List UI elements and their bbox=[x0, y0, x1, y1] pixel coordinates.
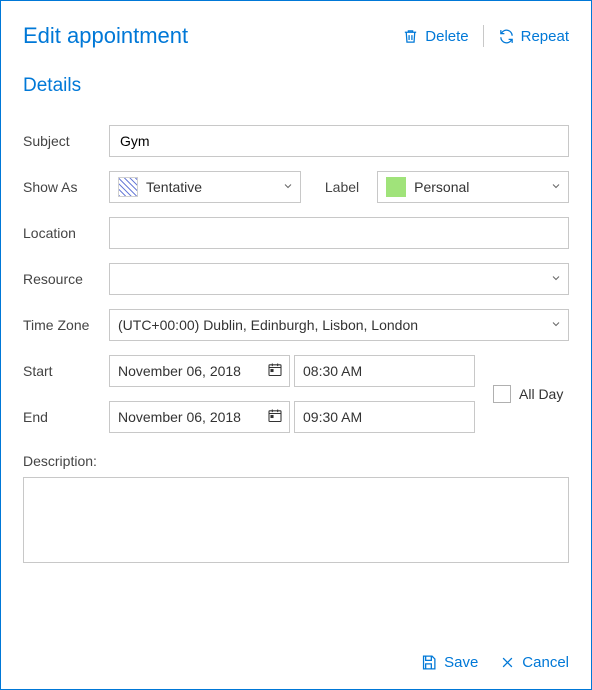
showas-value: Tentative bbox=[146, 179, 202, 195]
close-icon bbox=[500, 655, 515, 670]
personal-swatch-icon bbox=[386, 177, 406, 197]
calendar-icon[interactable] bbox=[267, 408, 283, 427]
resource-dropdown[interactable] bbox=[109, 263, 569, 295]
save-label: Save bbox=[444, 654, 478, 671]
resource-row: Resource bbox=[23, 263, 569, 295]
dialog-footer: Save Cancel bbox=[420, 654, 569, 671]
start-row: Start November 06, 2018 08:30 AM bbox=[23, 355, 475, 387]
chevron-down-icon bbox=[282, 179, 294, 195]
end-row: End November 06, 2018 09:30 AM bbox=[23, 401, 475, 433]
calendar-icon[interactable] bbox=[267, 362, 283, 381]
end-time-field[interactable]: 09:30 AM bbox=[294, 401, 475, 433]
timezone-value: (UTC+00:00) Dublin, Edinburgh, Lisbon, L… bbox=[118, 317, 418, 333]
location-row: Location bbox=[23, 217, 569, 249]
dates-column: Start November 06, 2018 08:30 AM bbox=[23, 355, 475, 433]
cancel-label: Cancel bbox=[522, 654, 569, 671]
chevron-down-icon bbox=[550, 317, 562, 333]
delete-label: Delete bbox=[425, 28, 468, 45]
form: Subject Show As Tentative Label Personal bbox=[1, 103, 591, 566]
chevron-down-icon bbox=[550, 179, 562, 195]
save-button[interactable]: Save bbox=[420, 654, 478, 671]
dialog-header: Edit appointment Delete Repeat bbox=[1, 1, 591, 49]
start-date-field[interactable]: November 06, 2018 bbox=[109, 355, 290, 387]
end-date-value: November 06, 2018 bbox=[118, 409, 241, 425]
trash-icon bbox=[402, 28, 419, 45]
save-icon bbox=[420, 654, 437, 671]
start-time-field[interactable]: 08:30 AM bbox=[294, 355, 475, 387]
description-textarea[interactable] bbox=[23, 477, 569, 563]
description-label: Description: bbox=[23, 433, 569, 477]
dialog-title: Edit appointment bbox=[23, 23, 402, 49]
end-time-value: 09:30 AM bbox=[303, 409, 362, 425]
start-label: Start bbox=[23, 363, 109, 379]
location-label: Location bbox=[23, 225, 109, 241]
allday-group: All Day bbox=[493, 355, 563, 433]
tentative-swatch-icon bbox=[118, 177, 138, 197]
header-actions: Delete Repeat bbox=[402, 25, 569, 47]
timezone-dropdown[interactable]: (UTC+00:00) Dublin, Edinburgh, Lisbon, L… bbox=[109, 309, 569, 341]
subject-field[interactable] bbox=[109, 125, 569, 157]
repeat-label: Repeat bbox=[521, 28, 569, 45]
end-date-field[interactable]: November 06, 2018 bbox=[109, 401, 290, 433]
subject-input[interactable] bbox=[118, 132, 560, 150]
start-date-value: November 06, 2018 bbox=[118, 363, 241, 379]
resource-label: Resource bbox=[23, 271, 109, 287]
end-label: End bbox=[23, 409, 109, 425]
start-time-value: 08:30 AM bbox=[303, 363, 362, 379]
separator bbox=[483, 25, 484, 47]
allday-checkbox[interactable] bbox=[493, 385, 511, 403]
delete-button[interactable]: Delete bbox=[402, 28, 468, 45]
location-field[interactable] bbox=[109, 217, 569, 249]
repeat-button[interactable]: Repeat bbox=[498, 28, 569, 45]
cancel-button[interactable]: Cancel bbox=[500, 654, 569, 671]
showas-label-row: Show As Tentative Label Personal bbox=[23, 171, 569, 203]
date-time-block: Start November 06, 2018 08:30 AM bbox=[23, 355, 569, 433]
allday-label: All Day bbox=[519, 386, 563, 402]
showas-label: Show As bbox=[23, 179, 109, 195]
timezone-label: Time Zone bbox=[23, 317, 109, 333]
section-title: Details bbox=[1, 49, 591, 103]
timezone-row: Time Zone (UTC+00:00) Dublin, Edinburgh,… bbox=[23, 309, 569, 341]
showas-dropdown[interactable]: Tentative bbox=[109, 171, 301, 203]
appointment-dialog: Edit appointment Delete Repeat bbox=[0, 0, 592, 690]
label-dropdown[interactable]: Personal bbox=[377, 171, 569, 203]
subject-label: Subject bbox=[23, 133, 109, 149]
label-field-label: Label bbox=[315, 179, 363, 195]
location-input[interactable] bbox=[118, 224, 560, 242]
chevron-down-icon bbox=[550, 271, 562, 287]
label-value: Personal bbox=[414, 179, 469, 195]
subject-row: Subject bbox=[23, 125, 569, 157]
repeat-icon bbox=[498, 28, 515, 45]
